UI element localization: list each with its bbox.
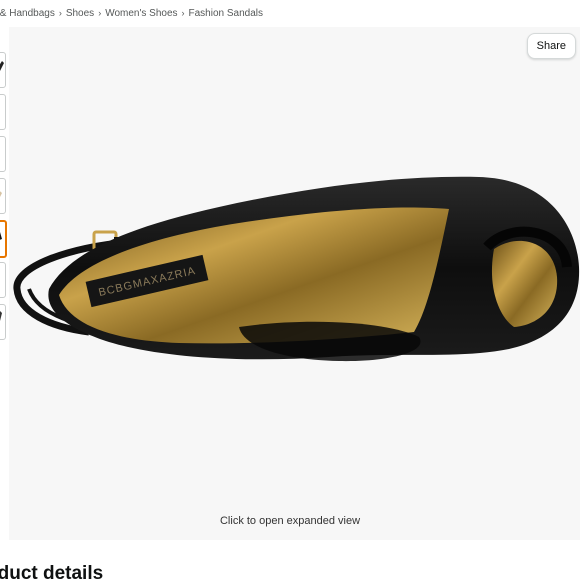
main-image-viewer[interactable]: BCBGMAXAZRIA Share [9,27,580,540]
expand-view-caption[interactable]: Click to open expanded view [0,515,580,527]
shoe-thumbnail-icon [0,191,2,197]
shoe-thumbnail-icon [0,61,4,71]
thumbnail-4[interactable] [0,178,6,214]
breadcrumb-item-shoes[interactable]: Shoes [66,8,94,19]
thumbnail-1[interactable] [0,52,6,88]
chevron-right-icon: › [181,8,185,18]
product-image[interactable]: BCBGMAXAZRIA [9,27,580,540]
thumbnail-7[interactable] [0,304,6,340]
breadcrumb-item-fashion-sandals[interactable]: Fashion Sandals [189,8,264,19]
chevron-right-icon: › [58,8,62,18]
thumbnail-5[interactable] [0,220,7,258]
thumbnail-2[interactable] [0,94,6,130]
product-details-heading: oduct details [0,563,104,584]
thumbnail-3[interactable] [0,136,6,172]
thumbnail-6[interactable] [0,262,6,298]
shoe-thumbnail-icon [0,232,2,240]
breadcrumb-item-womens-shoes[interactable]: Women's Shoes [105,8,177,19]
breadcrumb: s & Handbags › Shoes › Women's Shoes › F… [0,5,263,21]
shoe-thumbnail-icon [0,311,2,321]
breadcrumb-item-clothing-handbags[interactable]: s & Handbags [0,8,55,19]
shoe-thumbnail-icon [0,263,5,297]
share-button[interactable]: Share [526,33,576,59]
chevron-right-icon: › [98,8,102,18]
